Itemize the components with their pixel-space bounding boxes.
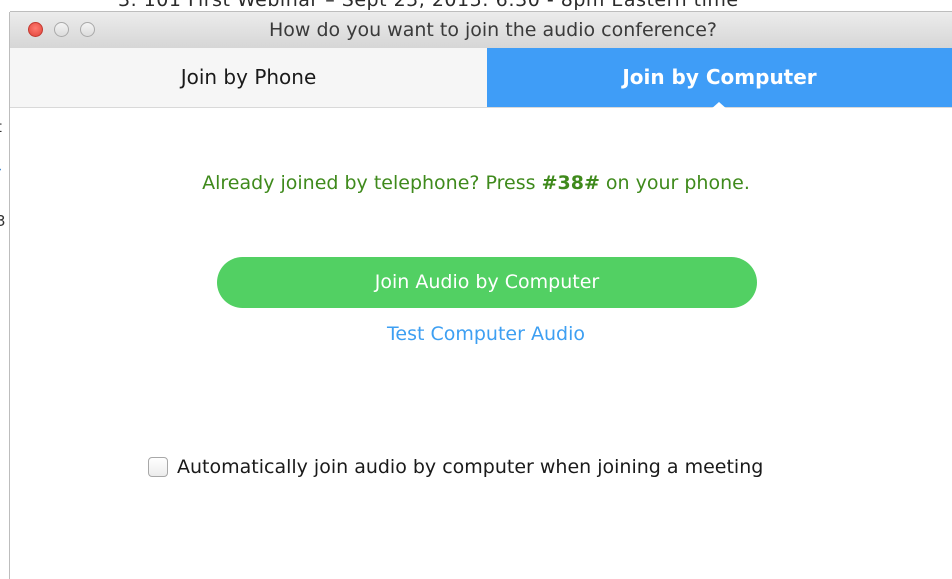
window-title: How do you want to join the audio confer… — [268, 19, 717, 41]
telephone-info-text: Already joined by telephone? Press #38# … — [0, 172, 952, 194]
join-audio-by-computer-button[interactable]: Join Audio by Computer — [217, 257, 757, 308]
test-computer-audio-link[interactable]: Test Computer Audio — [0, 323, 952, 345]
auto-join-audio-option[interactable]: Automatically join audio by computer whe… — [148, 452, 763, 482]
background-app-edge: i t › 3 — [0, 0, 10, 579]
background-glyph: t — [0, 118, 2, 136]
background-app-header: 3. 101 First Webinar – Sept 25, 2015: 6:… — [0, 0, 952, 12]
info-suffix: on your phone. — [599, 172, 750, 194]
tab-join-by-phone[interactable]: Join by Phone — [10, 48, 487, 107]
auto-join-checkbox[interactable] — [148, 457, 168, 477]
selected-tab-pointer — [710, 102, 728, 110]
auto-join-label[interactable]: Automatically join audio by computer whe… — [177, 456, 763, 478]
phone-code: #38# — [541, 172, 600, 194]
tab-join-by-computer[interactable]: Join by Computer — [487, 48, 952, 107]
join-method-tabs: Join by Phone Join by Computer — [10, 48, 952, 108]
background-app-text: 3. 101 First Webinar – Sept 25, 2015: 6:… — [118, 0, 739, 11]
info-prefix: Already joined by telephone? Press — [202, 172, 542, 194]
title-bar[interactable]: How do you want to join the audio confer… — [10, 12, 952, 49]
screen: 3. 101 First Webinar – Sept 25, 2015: 6:… — [0, 0, 952, 579]
background-glyph: 3 — [0, 212, 6, 230]
